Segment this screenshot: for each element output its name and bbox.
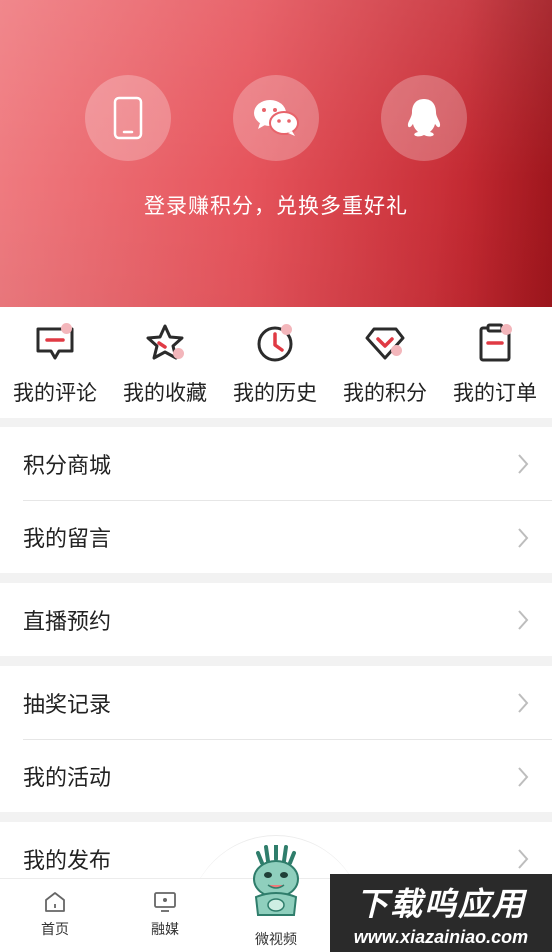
menu-item-label: 我的发布 xyxy=(23,847,112,873)
wechat-icon xyxy=(254,100,299,136)
menu-group: 积分商城 我的留言 xyxy=(0,427,552,573)
menu-item-my-activities[interactable]: 我的活动 xyxy=(23,739,552,812)
login-banner: 登录赚积分，兑换多重好礼 xyxy=(0,0,552,307)
menu-item-points-mall[interactable]: 积分商城 xyxy=(23,427,552,500)
menu-item-label: 我的留言 xyxy=(23,526,112,551)
menu-item-label: 抽奖记录 xyxy=(23,691,112,717)
chevron-right-icon xyxy=(518,693,529,713)
clipboard-icon xyxy=(473,321,517,365)
menu-item-label: 积分商城 xyxy=(23,452,112,478)
wechat-login-button[interactable] xyxy=(233,75,319,161)
tab-micro-video[interactable]: 微视频 xyxy=(236,929,316,949)
quick-action-label: 我的收藏 xyxy=(123,382,207,405)
my-orders-button[interactable]: 我的订单 xyxy=(440,321,550,413)
clock-icon xyxy=(253,321,297,365)
mascot-icon xyxy=(253,845,299,916)
menu-item-my-messages[interactable]: 我的留言 xyxy=(23,500,552,573)
star-icon xyxy=(143,321,187,365)
quick-action-label: 我的历史 xyxy=(233,382,317,405)
menu-group: 抽奖记录 我的活动 xyxy=(0,666,552,812)
my-points-button[interactable]: 我的积分 xyxy=(330,321,440,413)
chevron-right-icon xyxy=(518,610,529,630)
phone-login-button[interactable] xyxy=(85,75,171,161)
my-favorites-button[interactable]: 我的收藏 xyxy=(110,321,220,413)
quick-action-label: 我的订单 xyxy=(453,382,537,405)
menu-item-lottery-records[interactable]: 抽奖记录 xyxy=(23,666,552,739)
menu-item-live-reservation[interactable]: 直播预约 xyxy=(23,583,552,656)
menu-item-label: 直播预约 xyxy=(23,608,112,634)
tab-media[interactable]: 融媒 xyxy=(125,891,205,939)
quick-actions-bar: 我的评论 我的收藏 我的历史 我的积分 我的订单 xyxy=(0,307,552,418)
login-tagline[interactable]: 登录赚积分，兑换多重好礼 xyxy=(0,190,552,220)
chevron-right-icon xyxy=(518,849,529,869)
tab-label: 融媒 xyxy=(151,921,179,937)
menu-item-label: 我的活动 xyxy=(23,765,112,790)
tab-label: 首页 xyxy=(41,921,69,937)
watermark-url: www.xiazainiao.com xyxy=(353,926,529,947)
home-icon xyxy=(45,892,65,912)
watermark-title: 下载呜应用 xyxy=(355,885,526,922)
menu-group: 直播预约 xyxy=(0,583,552,656)
phone-icon xyxy=(113,96,143,140)
qq-login-button[interactable] xyxy=(381,75,467,161)
qq-icon xyxy=(407,99,441,137)
chevron-right-icon xyxy=(518,454,529,474)
my-comments-button[interactable]: 我的评论 xyxy=(0,321,110,413)
chevron-right-icon xyxy=(518,528,529,548)
quick-action-label: 我的评论 xyxy=(13,382,97,405)
comment-icon xyxy=(33,321,77,365)
tab-home[interactable]: 首页 xyxy=(15,891,95,939)
my-history-button[interactable]: 我的历史 xyxy=(220,321,330,413)
diamond-icon xyxy=(363,321,407,365)
chevron-right-icon xyxy=(518,767,529,787)
watermark-logo: 下载呜应用 www.xiazainiao.com xyxy=(330,874,552,952)
tv-icon xyxy=(154,892,176,912)
quick-action-label: 我的积分 xyxy=(343,382,427,405)
tab-label: 微视频 xyxy=(255,931,297,947)
